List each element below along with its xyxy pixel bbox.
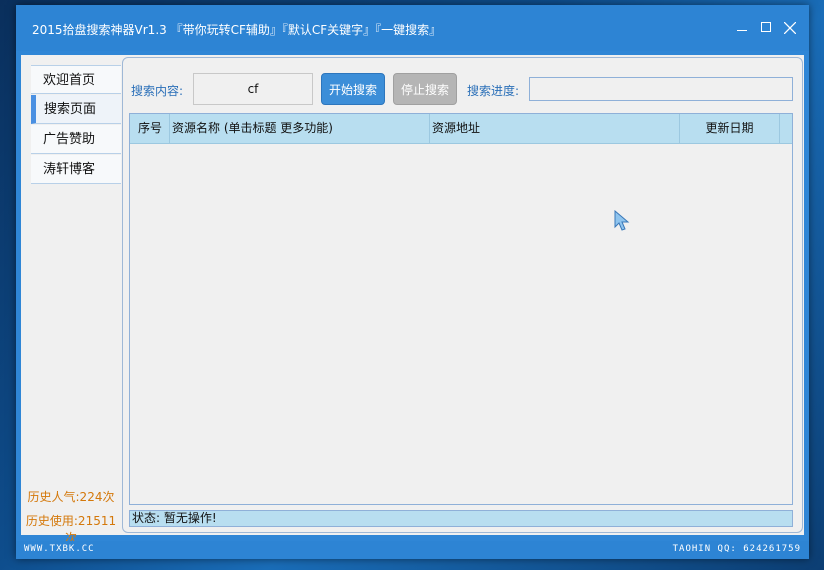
column-header-date[interactable]: 更新日期: [680, 114, 780, 143]
search-label: 搜索内容:: [131, 84, 184, 98]
title-bar[interactable]: 2015拾盘搜索神器Vr1.3 『带你玩转CF辅助』『默认CF关键字』『一键搜索…: [16, 5, 809, 51]
website-link[interactable]: WWW.TXBK.CC: [24, 544, 95, 554]
status-bar: 状态: 暂无操作!: [129, 510, 793, 527]
maximize-icon: [761, 22, 771, 32]
window-body: 欢迎首页 搜索页面 广告赞助 涛轩博客 历史人气:224次 历史使用:21511…: [21, 55, 804, 545]
window-title: 2015拾盘搜索神器Vr1.3 『带你玩转CF辅助』『默认CF关键字』『一键搜索…: [32, 23, 442, 37]
stop-search-button[interactable]: 停止搜索: [393, 73, 457, 105]
app-window: 2015拾盘搜索神器Vr1.3 『带你玩转CF辅助』『默认CF关键字』『一键搜索…: [16, 5, 809, 559]
minimize-icon: [737, 30, 747, 31]
maximize-button[interactable]: [756, 18, 776, 38]
sidebar-item-welcome[interactable]: 欢迎首页: [31, 65, 121, 94]
sidebar-item-search[interactable]: 搜索页面: [31, 95, 121, 124]
mouse-cursor-icon: [614, 210, 630, 231]
column-header-index[interactable]: 序号: [130, 114, 170, 143]
progress-label: 搜索进度:: [467, 84, 520, 98]
sidebar-item-ads[interactable]: 广告赞助: [31, 125, 121, 154]
start-search-button[interactable]: 开始搜索: [321, 73, 385, 105]
popularity-count: 历史人气:224次: [27, 490, 115, 504]
contact-info: TAOHIN QQ: 624261759: [672, 544, 801, 554]
footer-bar: WWW.TXBK.CC TAOHIN QQ: 624261759: [16, 541, 809, 559]
close-button[interactable]: [780, 18, 800, 38]
minimize-button[interactable]: [732, 18, 752, 38]
column-header-address[interactable]: 资源地址: [430, 114, 680, 143]
sidebar-item-blog[interactable]: 涛轩博客: [31, 155, 121, 184]
table-header: 序号 资源名称 (单击标题 更多功能) 资源地址 更新日期: [130, 114, 792, 144]
column-header-name[interactable]: 资源名称 (单击标题 更多功能): [170, 114, 430, 143]
sidebar: 欢迎首页 搜索页面 广告赞助 涛轩博客 历史人气:224次 历史使用:21511…: [21, 55, 121, 545]
search-panel: 搜索内容: 开始搜索 停止搜索 搜索进度: 序号 资源名称 (单击标题 更多功能…: [122, 57, 803, 533]
search-progress-bar: [529, 77, 793, 101]
search-input[interactable]: [193, 73, 313, 105]
close-icon: [783, 21, 797, 35]
results-table: 序号 资源名称 (单击标题 更多功能) 资源地址 更新日期: [129, 113, 793, 505]
